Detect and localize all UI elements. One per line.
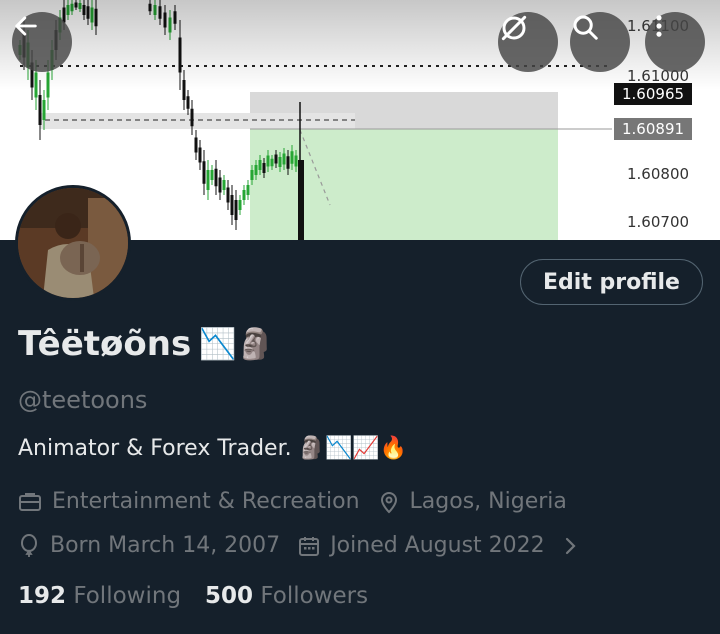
follow-counts: 192 Following 500 Followers <box>18 583 368 609</box>
more-vertical-icon <box>656 15 662 37</box>
following-count: 192 <box>18 583 67 609</box>
candle-body <box>258 160 262 170</box>
current-price-tag: 1.60965 <box>614 83 693 105</box>
avatar[interactable] <box>15 185 131 301</box>
candle-body <box>294 155 298 167</box>
candle-body <box>42 100 46 120</box>
price-label: 1.60800 <box>627 165 690 183</box>
profile-meta-row-2[interactable]: Born March 14, 2007 Joined August 2022 <box>18 533 589 558</box>
followers-count: 500 <box>205 583 254 609</box>
candle-body <box>38 95 42 125</box>
candle-body <box>270 158 274 167</box>
edit-profile-button[interactable]: Edit profile <box>520 259 703 305</box>
following-label: Following <box>73 583 182 609</box>
candle-body <box>222 180 226 190</box>
candle-body <box>202 161 206 184</box>
candle-body <box>214 168 218 187</box>
candle-body <box>250 170 254 180</box>
candle-body <box>274 154 278 164</box>
candle-body <box>198 147 202 163</box>
birthday-item: Born March 14, 2007 <box>18 533 280 558</box>
candle-body <box>246 185 250 195</box>
candle-body <box>238 200 242 210</box>
arrow-left-icon <box>15 16 37 36</box>
price-label: 1.60700 <box>627 213 690 231</box>
location-pin-icon <box>380 491 397 513</box>
candle-body <box>242 190 246 200</box>
candle-body <box>254 165 258 175</box>
candle-body <box>218 177 222 193</box>
chevron-right-icon[interactable] <box>563 535 579 557</box>
candle-body <box>210 170 214 180</box>
search-button[interactable] <box>570 12 630 72</box>
category-label: Entertainment & Recreation <box>52 489 360 514</box>
followers-link[interactable]: 500 Followers <box>205 583 368 609</box>
name-emoji: 📉🗿 <box>199 326 274 362</box>
candle-body <box>278 157 282 167</box>
grok-button[interactable] <box>498 12 558 72</box>
calendar-icon <box>299 536 320 556</box>
candle-body <box>266 155 270 167</box>
location-label: Lagos, Nigeria <box>409 489 567 514</box>
candle-body <box>282 153 286 165</box>
back-button[interactable] <box>12 12 72 72</box>
candle-body <box>230 195 234 215</box>
entry-price-tag: 1.60891 <box>614 118 693 140</box>
profile-meta-row-1: Entertainment & Recreation Lagos, Nigeri… <box>18 489 585 514</box>
bio: Animator & Forex Trader. 🗿📉📈🔥 <box>18 436 407 461</box>
bio-text: Animator & Forex Trader. <box>18 436 292 461</box>
more-button[interactable] <box>645 12 705 72</box>
username-handle: @teetoons <box>18 386 148 414</box>
category-item: Entertainment & Recreation <box>18 489 360 514</box>
location-item: Lagos, Nigeria <box>378 489 567 514</box>
candle-body <box>206 170 210 190</box>
candle-body <box>190 108 194 127</box>
joined-label: Joined August 2022 <box>330 533 545 558</box>
joined-item: Joined August 2022 <box>298 533 545 558</box>
candle-body <box>186 96 190 109</box>
candle-body <box>194 137 198 153</box>
candle-body <box>234 200 238 220</box>
briefcase-icon <box>19 492 41 511</box>
following-link[interactable]: 192 Following <box>18 583 181 609</box>
candle-body <box>286 156 290 169</box>
balloon-icon <box>21 533 37 557</box>
bio-emoji: 🗿📉📈🔥 <box>297 436 408 461</box>
candle-body <box>262 163 266 173</box>
slashed-circle-icon <box>501 15 527 41</box>
search-icon <box>573 15 598 40</box>
candle-body <box>226 187 230 203</box>
display-name-text: Têëtøõns <box>18 324 192 364</box>
birthday-label: Born March 14, 2007 <box>50 533 281 558</box>
avatar-image <box>18 188 128 298</box>
followers-label: Followers <box>260 583 369 609</box>
candle-body <box>290 151 294 164</box>
display-name: Têëtøõns 📉🗿 <box>18 324 274 364</box>
